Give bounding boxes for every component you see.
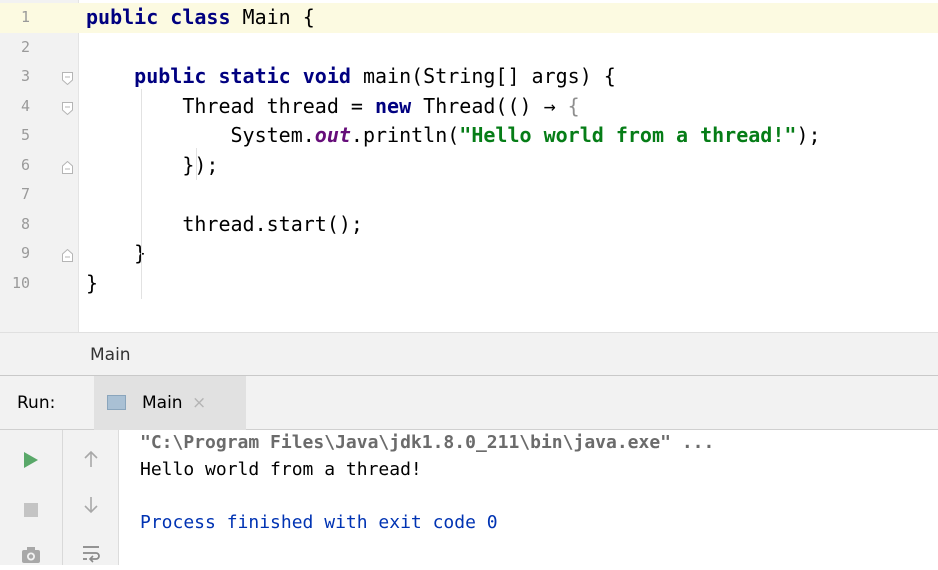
run-tool-window-header: Run: Main × xyxy=(0,376,938,430)
fold-close-icon[interactable] xyxy=(62,247,73,262)
fold-open-icon[interactable] xyxy=(62,70,73,86)
indent-guide xyxy=(141,89,142,299)
run-console[interactable]: "C:\Program Files\Java\jdk1.8.0_211\bin\… xyxy=(0,430,938,565)
code-line[interactable]: 3 public static void main(String[] args)… xyxy=(0,62,938,92)
code-token: }); xyxy=(86,152,219,177)
breadcrumb-item-main[interactable]: Main xyxy=(90,333,131,377)
line-number: 4 xyxy=(20,96,30,115)
run-toolbar-primary xyxy=(0,430,62,565)
fold-close-icon[interactable] xyxy=(62,159,73,174)
code-token: thread.start(); xyxy=(86,211,363,236)
code-line[interactable]: 2 xyxy=(0,33,938,63)
breadcrumb: Main xyxy=(0,332,938,376)
code-text: public static void main(String[] args) { xyxy=(86,62,616,92)
close-icon[interactable]: × xyxy=(192,376,206,430)
code-token: main(String[] args) { xyxy=(362,64,616,88)
code-token: } xyxy=(86,270,99,295)
code-token: Main { xyxy=(242,5,315,29)
code-text: } xyxy=(86,239,146,269)
console-line: Process finished with exit code 0 xyxy=(140,511,498,533)
code-token: .println( xyxy=(350,123,460,147)
run-label: Run: xyxy=(17,393,56,413)
code-token: { xyxy=(567,93,580,118)
run-tab-label: Main xyxy=(142,393,183,413)
camera-icon[interactable] xyxy=(16,540,46,570)
code-token: new xyxy=(374,93,424,118)
line-number: 3 xyxy=(20,67,30,85)
console-line: "C:\Program Files\Java\jdk1.8.0_211\bin\… xyxy=(140,432,715,453)
up-arrow-icon[interactable] xyxy=(76,444,106,474)
line-number: 5 xyxy=(20,126,30,144)
code-token: Thread thread = xyxy=(86,93,375,118)
code-token: ); xyxy=(796,123,821,147)
code-token: out xyxy=(314,123,351,147)
fold-open-icon[interactable] xyxy=(62,100,73,115)
code-line[interactable]: 1 public class Main { xyxy=(0,3,938,33)
code-text: }); xyxy=(86,151,218,181)
code-token: } xyxy=(86,241,147,265)
run-tab-main[interactable]: Main × xyxy=(94,376,246,430)
code-text: System.out.println("Hello world from a t… xyxy=(86,121,821,151)
down-arrow-icon[interactable] xyxy=(76,490,106,520)
indent-guide xyxy=(196,148,197,180)
run-toolbar-secondary xyxy=(62,430,118,565)
console-icon xyxy=(107,395,126,410)
line-number: 7 xyxy=(20,185,30,203)
line-number: 6 xyxy=(20,155,30,174)
soft-wrap-icon[interactable] xyxy=(76,538,106,568)
code-editor[interactable]: 1 public class Main { 2 3 public static voi… xyxy=(0,0,938,332)
stop-icon[interactable] xyxy=(16,495,46,525)
code-text: thread.start(); xyxy=(86,210,363,240)
line-number: 1 xyxy=(0,3,30,33)
code-text: public class Main { xyxy=(86,3,315,33)
console-separator xyxy=(118,430,119,565)
code-token: public class xyxy=(86,5,243,29)
run-icon[interactable] xyxy=(16,445,46,475)
code-token: public static void xyxy=(134,64,363,88)
code-token: "Hello world from a thread!" xyxy=(459,123,797,147)
code-text: Thread thread = new Thread(() → { xyxy=(86,92,580,122)
line-number: 8 xyxy=(20,214,30,233)
code-text: } xyxy=(86,269,98,299)
line-number: 2 xyxy=(20,37,30,56)
line-number: 9 xyxy=(20,244,30,262)
code-token: System. xyxy=(86,123,315,147)
line-number: 10 xyxy=(11,273,30,292)
console-line: Hello world from a thread! xyxy=(140,458,422,480)
code-token: Thread(() → xyxy=(423,93,568,118)
